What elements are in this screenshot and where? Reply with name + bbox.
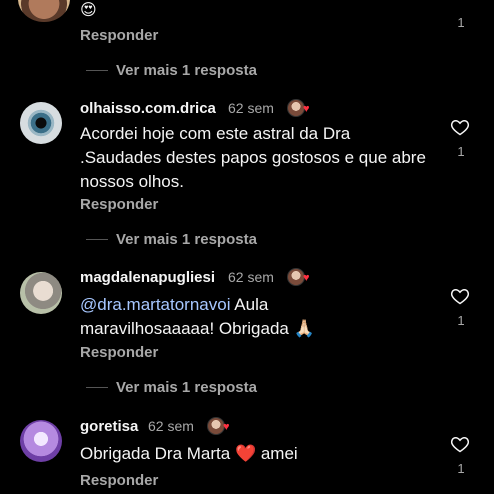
view-more-replies-label: Ver mais 1 resposta: [116, 379, 257, 396]
reply-button[interactable]: Responder: [80, 196, 158, 213]
like-count: 1: [457, 144, 465, 159]
divider: [86, 70, 108, 71]
username-link[interactable]: goretisa: [80, 418, 138, 435]
divider: [86, 239, 108, 240]
like-count: 1: [457, 313, 465, 328]
like-count: 1: [457, 15, 465, 30]
comment-time: 62 sem: [148, 418, 194, 434]
view-more-replies-label: Ver mais 1 resposta: [116, 231, 257, 248]
author-liked-heart-icon: ♥: [303, 103, 310, 115]
comment-time: 62 sem: [228, 269, 274, 285]
author-liked-heart-icon: ♥: [223, 421, 230, 433]
comment-text: Obrigada Dra Marta ❤️ amei: [80, 444, 298, 463]
avatar[interactable]: [20, 420, 62, 462]
view-more-replies-button[interactable]: Ver mais 1 resposta: [86, 62, 257, 79]
mention-link[interactable]: @dra.martatornavoi: [80, 295, 231, 314]
author-liked-heart-icon: ♥: [303, 272, 310, 284]
view-more-replies-button[interactable]: Ver mais 1 resposta: [86, 231, 257, 248]
divider: [86, 387, 108, 388]
reply-button[interactable]: Responder: [80, 27, 158, 44]
comment-text: 😍: [80, 2, 97, 19]
comment-text: Acordei hoje com este astral da Dra .Sau…: [80, 124, 426, 191]
like-count: 1: [457, 461, 465, 476]
heart-outline-icon[interactable]: [450, 117, 470, 137]
heart-outline-icon[interactable]: [450, 286, 470, 306]
avatar[interactable]: [20, 272, 62, 314]
view-more-replies-label: Ver mais 1 resposta: [116, 62, 257, 79]
heart-outline-icon[interactable]: [450, 434, 470, 454]
username-link[interactable]: olhaisso.com.drica: [80, 100, 216, 117]
avatar[interactable]: [18, 0, 70, 22]
reply-button[interactable]: Responder: [80, 472, 158, 489]
comment-time: 62 sem: [228, 100, 274, 116]
username-link[interactable]: magdalenapugliesi: [80, 269, 215, 286]
comment-text: @dra.martatornavoi Aula maravilhosaaaaa!…: [80, 293, 370, 341]
view-more-replies-button[interactable]: Ver mais 1 resposta: [86, 379, 257, 396]
avatar[interactable]: [20, 102, 62, 144]
reply-button[interactable]: Responder: [80, 344, 158, 361]
